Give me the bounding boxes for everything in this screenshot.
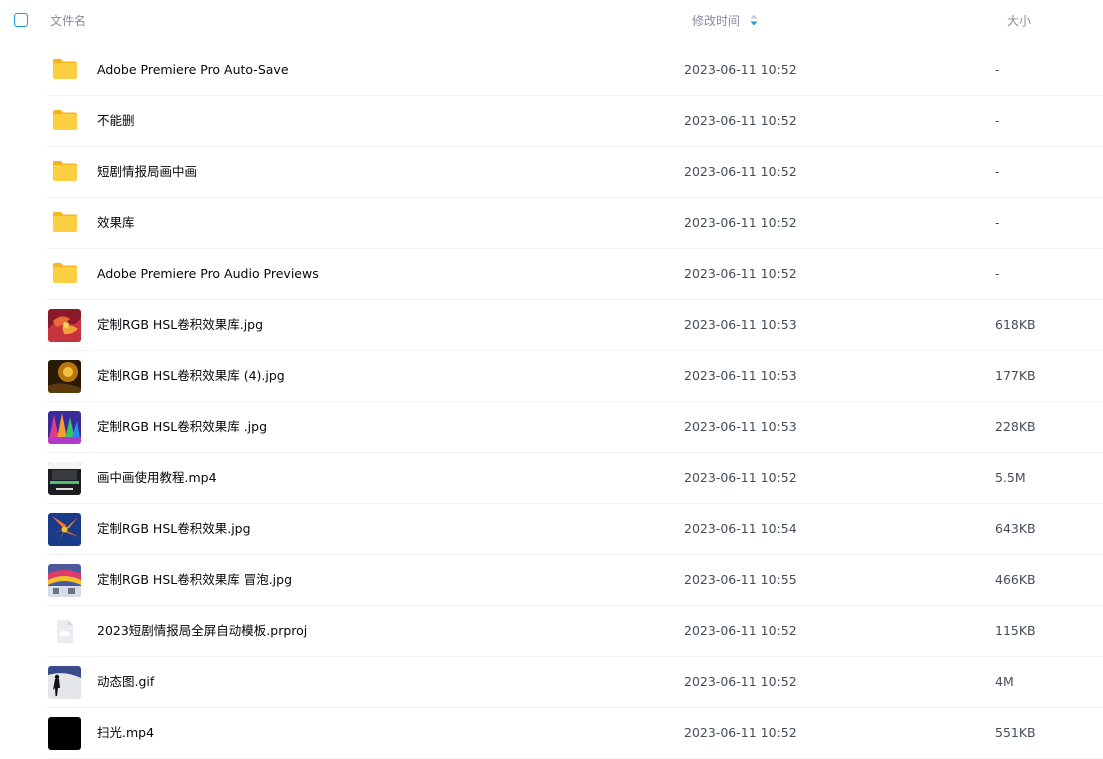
file-modified-time: 2023-06-11 10:52	[684, 113, 797, 128]
file-size: 115KB	[995, 623, 1036, 638]
file-name[interactable]: 定制RGB HSL卷积效果库 .jpg	[97, 419, 267, 435]
file-size: -	[995, 164, 1000, 179]
video-thumbnail-icon	[48, 717, 81, 750]
sort-descending-icon[interactable]	[750, 14, 758, 26]
file-name[interactable]: 定制RGB HSL卷积效果库 冒泡.jpg	[97, 572, 292, 588]
file-modified-time: 2023-06-11 10:53	[684, 317, 797, 332]
file-size: 177KB	[995, 368, 1036, 383]
file-name[interactable]: 短剧情报局画中画	[97, 164, 197, 180]
file-modified-time: 2023-06-11 10:52	[684, 470, 797, 485]
file-size: 551KB	[995, 725, 1036, 740]
file-modified-time: 2023-06-11 10:54	[684, 521, 797, 536]
file-modified-time: 2023-06-11 10:52	[684, 725, 797, 740]
file-modified-time: 2023-06-11 10:53	[684, 368, 797, 383]
file-row[interactable]: 定制RGB HSL卷积效果库 (4).jpg 2023-06-11 10:53 …	[0, 351, 1103, 402]
image-thumbnail-icon	[48, 564, 81, 597]
file-modified-time: 2023-06-11 10:55	[684, 572, 797, 587]
image-thumbnail-icon	[48, 309, 81, 342]
file-name[interactable]: 不能删	[97, 113, 135, 129]
file-row[interactable]: 不能删 2023-06-11 10:52 -	[0, 96, 1103, 147]
gif-thumbnail-icon	[48, 666, 81, 699]
file-size: -	[995, 113, 1000, 128]
file-row[interactable]: 动态图.gif 2023-06-11 10:52 4M	[0, 657, 1103, 708]
file-modified-time: 2023-06-11 10:52	[684, 623, 797, 638]
file-name[interactable]: 2023短剧情报局全屏自动模板.prproj	[97, 623, 307, 639]
file-name[interactable]: 定制RGB HSL卷积效果.jpg	[97, 521, 251, 537]
file-modified-time: 2023-06-11 10:52	[684, 674, 797, 689]
video-thumbnail-icon	[48, 462, 81, 495]
file-modified-time: 2023-06-11 10:52	[684, 266, 797, 281]
file-size: -	[995, 215, 1000, 230]
file-size: -	[995, 62, 1000, 77]
file-modified-time: 2023-06-11 10:52	[684, 215, 797, 230]
file-size: -	[995, 266, 1000, 281]
file-row[interactable]: 定制RGB HSL卷积效果库 冒泡.jpg 2023-06-11 10:55 4…	[0, 555, 1103, 606]
file-row[interactable]: 定制RGB HSL卷积效果.jpg 2023-06-11 10:54 643KB	[0, 504, 1103, 555]
file-row[interactable]: 短剧情报局画中画 2023-06-11 10:52 -	[0, 147, 1103, 198]
file-row[interactable]: 扫光.mp4 2023-06-11 10:52 551KB	[0, 708, 1103, 759]
column-header-modified-time[interactable]: 修改时间	[692, 13, 740, 29]
file-name[interactable]: Adobe Premiere Pro Auto-Save	[97, 62, 289, 78]
cloud-file-icon	[48, 615, 81, 648]
file-row[interactable]: Adobe Premiere Pro Auto-Save 2023-06-11 …	[0, 45, 1103, 96]
file-row[interactable]: Adobe Premiere Pro Audio Previews 2023-0…	[0, 249, 1103, 300]
file-size: 5.5M	[995, 470, 1026, 485]
file-list-header: 文件名 修改时间 大小	[0, 0, 1103, 44]
file-name[interactable]: 定制RGB HSL卷积效果库 (4).jpg	[97, 368, 285, 384]
column-header-size[interactable]: 大小	[1007, 13, 1031, 29]
file-size: 228KB	[995, 419, 1036, 434]
folder-icon	[53, 212, 77, 232]
file-name[interactable]: 动态图.gif	[97, 674, 154, 690]
file-name[interactable]: 扫光.mp4	[97, 725, 154, 741]
file-size: 4M	[995, 674, 1014, 689]
file-row[interactable]: 定制RGB HSL卷积效果库 .jpg 2023-06-11 10:53 228…	[0, 402, 1103, 453]
file-size: 643KB	[995, 521, 1036, 536]
file-modified-time: 2023-06-11 10:53	[684, 419, 797, 434]
image-thumbnail-icon	[48, 513, 81, 546]
file-size: 618KB	[995, 317, 1036, 332]
file-name[interactable]: 画中画使用教程.mp4	[97, 470, 217, 486]
folder-icon	[53, 110, 77, 130]
folder-icon	[53, 59, 77, 79]
file-size: 466KB	[995, 572, 1036, 587]
file-row[interactable]: 定制RGB HSL卷积效果库.jpg 2023-06-11 10:53 618K…	[0, 300, 1103, 351]
file-row[interactable]: 画中画使用教程.mp4 2023-06-11 10:52 5.5M	[0, 453, 1103, 504]
file-list: Adobe Premiere Pro Auto-Save 2023-06-11 …	[0, 45, 1103, 759]
file-modified-time: 2023-06-11 10:52	[684, 164, 797, 179]
file-name[interactable]: 效果库	[97, 215, 135, 231]
file-name[interactable]: 定制RGB HSL卷积效果库.jpg	[97, 317, 263, 333]
folder-icon	[53, 161, 77, 181]
image-thumbnail-icon	[48, 360, 81, 393]
folder-icon	[53, 263, 77, 283]
file-modified-time: 2023-06-11 10:52	[684, 62, 797, 77]
file-row[interactable]: 效果库 2023-06-11 10:52 -	[0, 198, 1103, 249]
column-header-name[interactable]: 文件名	[50, 13, 86, 29]
file-row[interactable]: 2023短剧情报局全屏自动模板.prproj 2023-06-11 10:52 …	[0, 606, 1103, 657]
select-all-checkbox[interactable]	[14, 13, 28, 27]
image-thumbnail-icon	[48, 411, 81, 444]
file-name[interactable]: Adobe Premiere Pro Audio Previews	[97, 266, 319, 282]
